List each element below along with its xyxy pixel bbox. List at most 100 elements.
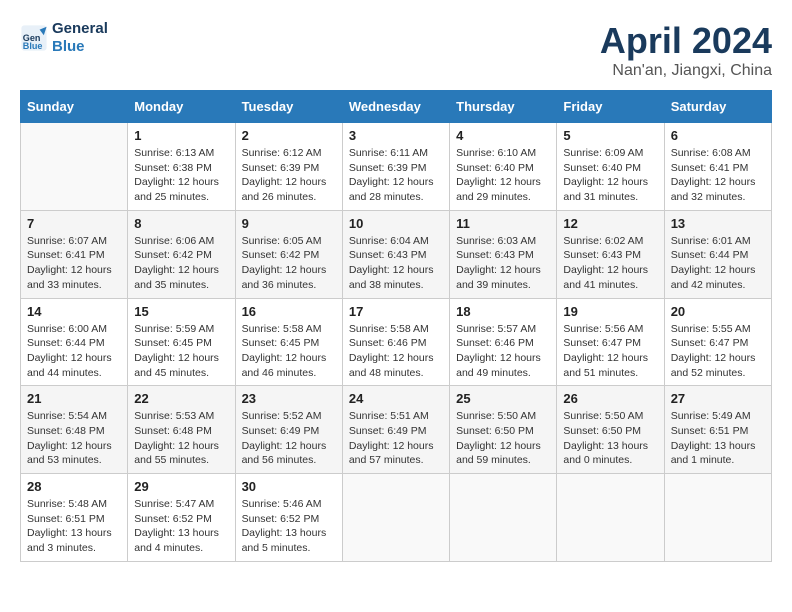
day-number: 14 bbox=[27, 304, 121, 319]
calendar-cell: 17 Sunrise: 5:58 AM Sunset: 6:46 PM Dayli… bbox=[342, 298, 449, 386]
weekday-header-sunday: Sunday bbox=[21, 91, 128, 123]
page-title: April 2024 bbox=[600, 20, 772, 62]
calendar-cell bbox=[21, 123, 128, 211]
calendar-cell: 11Sunrise: 6:03 AM Sunset: 6:43 PM Dayli… bbox=[450, 210, 557, 298]
day-number: 25 bbox=[456, 391, 550, 406]
calendar-cell: 27 Sunrise: 5:49 AM Sunset: 6:51 PM Dayli… bbox=[664, 386, 771, 474]
day-info: Sunrise: 5:58 AM Sunset: 6:46 PM Dayligh… bbox=[349, 322, 443, 381]
day-number: 20 bbox=[671, 304, 765, 319]
day-info: Sunrise: 6:12 AM Sunset: 6:39 PM Dayligh… bbox=[242, 146, 336, 205]
calendar-week-row: 14 Sunrise: 6:00 AM Sunset: 6:44 PM Dayli… bbox=[21, 298, 772, 386]
day-number: 24 bbox=[349, 391, 443, 406]
calendar-cell: 29 Sunrise: 5:47 AM Sunset: 6:52 PM Dayli… bbox=[128, 474, 235, 562]
calendar-cell: 21Sunrise: 5:54 AM Sunset: 6:48 PM Dayli… bbox=[21, 386, 128, 474]
day-info: Sunrise: 5:59 AM Sunset: 6:45 PM Dayligh… bbox=[134, 322, 228, 381]
calendar-cell: 28 Sunrise: 5:48 AM Sunset: 6:51 PM Dayli… bbox=[21, 474, 128, 562]
calendar-cell: 16Sunrise: 5:58 AM Sunset: 6:45 PM Dayli… bbox=[235, 298, 342, 386]
day-number: 26 bbox=[563, 391, 657, 406]
day-number: 29 bbox=[134, 479, 228, 494]
calendar-week-row: 21Sunrise: 5:54 AM Sunset: 6:48 PM Dayli… bbox=[21, 386, 772, 474]
day-info: Sunrise: 6:03 AM Sunset: 6:43 PM Dayligh… bbox=[456, 234, 550, 293]
calendar-cell: 30Sunrise: 5:46 AM Sunset: 6:52 PM Dayli… bbox=[235, 474, 342, 562]
calendar-cell: 7Sunrise: 6:07 AM Sunset: 6:41 PM Daylig… bbox=[21, 210, 128, 298]
calendar-cell: 19Sunrise: 5:56 AM Sunset: 6:47 PM Dayli… bbox=[557, 298, 664, 386]
day-info: Sunrise: 6:08 AM Sunset: 6:41 PM Dayligh… bbox=[671, 146, 765, 205]
day-number: 17 bbox=[349, 304, 443, 319]
day-info: Sunrise: 6:04 AM Sunset: 6:43 PM Dayligh… bbox=[349, 234, 443, 293]
day-number: 22 bbox=[134, 391, 228, 406]
calendar-week-row: 1 Sunrise: 6:13 AM Sunset: 6:38 PM Daylig… bbox=[21, 123, 772, 211]
page-header: Gen Blue General Blue April 2024 Nan'an,… bbox=[20, 20, 772, 80]
day-number: 13 bbox=[671, 216, 765, 231]
calendar-cell: 25 Sunrise: 5:50 AM Sunset: 6:50 PM Dayli… bbox=[450, 386, 557, 474]
calendar-cell: 10Sunrise: 6:04 AM Sunset: 6:43 PM Dayli… bbox=[342, 210, 449, 298]
day-number: 2 bbox=[242, 128, 336, 143]
day-info: Sunrise: 5:49 AM Sunset: 6:51 PM Dayligh… bbox=[671, 409, 765, 468]
day-info: Sunrise: 5:47 AM Sunset: 6:52 PM Dayligh… bbox=[134, 497, 228, 556]
calendar-cell: 9 Sunrise: 6:05 AM Sunset: 6:42 PM Daylig… bbox=[235, 210, 342, 298]
day-info: Sunrise: 5:46 AM Sunset: 6:52 PM Dayligh… bbox=[242, 497, 336, 556]
calendar-table: SundayMondayTuesdayWednesdayThursdayFrid… bbox=[20, 90, 772, 562]
logo-text: General Blue bbox=[52, 20, 108, 56]
day-info: Sunrise: 6:00 AM Sunset: 6:44 PM Dayligh… bbox=[27, 322, 121, 381]
calendar-cell: 22 Sunrise: 5:53 AM Sunset: 6:48 PM Dayli… bbox=[128, 386, 235, 474]
calendar-cell bbox=[557, 474, 664, 562]
day-info: Sunrise: 5:53 AM Sunset: 6:48 PM Dayligh… bbox=[134, 409, 228, 468]
calendar-week-row: 7Sunrise: 6:07 AM Sunset: 6:41 PM Daylig… bbox=[21, 210, 772, 298]
day-info: Sunrise: 5:48 AM Sunset: 6:51 PM Dayligh… bbox=[27, 497, 121, 556]
calendar-cell bbox=[450, 474, 557, 562]
day-info: Sunrise: 6:02 AM Sunset: 6:43 PM Dayligh… bbox=[563, 234, 657, 293]
day-number: 1 bbox=[134, 128, 228, 143]
calendar-week-row: 28 Sunrise: 5:48 AM Sunset: 6:51 PM Dayli… bbox=[21, 474, 772, 562]
weekday-header-tuesday: Tuesday bbox=[235, 91, 342, 123]
day-number: 3 bbox=[349, 128, 443, 143]
calendar-cell: 12 Sunrise: 6:02 AM Sunset: 6:43 PM Dayli… bbox=[557, 210, 664, 298]
calendar-cell: 4 Sunrise: 6:10 AM Sunset: 6:40 PM Daylig… bbox=[450, 123, 557, 211]
day-number: 15 bbox=[134, 304, 228, 319]
day-number: 27 bbox=[671, 391, 765, 406]
day-info: Sunrise: 5:50 AM Sunset: 6:50 PM Dayligh… bbox=[456, 409, 550, 468]
title-area: April 2024 Nan'an, Jiangxi, China bbox=[600, 20, 772, 80]
day-number: 23 bbox=[242, 391, 336, 406]
weekday-header-friday: Friday bbox=[557, 91, 664, 123]
day-number: 12 bbox=[563, 216, 657, 231]
day-info: Sunrise: 6:01 AM Sunset: 6:44 PM Dayligh… bbox=[671, 234, 765, 293]
page-subtitle: Nan'an, Jiangxi, China bbox=[600, 62, 772, 80]
day-info: Sunrise: 6:05 AM Sunset: 6:42 PM Dayligh… bbox=[242, 234, 336, 293]
calendar-cell: 14 Sunrise: 6:00 AM Sunset: 6:44 PM Dayli… bbox=[21, 298, 128, 386]
calendar-cell bbox=[342, 474, 449, 562]
day-info: Sunrise: 5:55 AM Sunset: 6:47 PM Dayligh… bbox=[671, 322, 765, 381]
calendar-cell: 13 Sunrise: 6:01 AM Sunset: 6:44 PM Dayli… bbox=[664, 210, 771, 298]
calendar-cell: 26 Sunrise: 5:50 AM Sunset: 6:50 PM Dayli… bbox=[557, 386, 664, 474]
calendar-cell: 18Sunrise: 5:57 AM Sunset: 6:46 PM Dayli… bbox=[450, 298, 557, 386]
day-info: Sunrise: 5:50 AM Sunset: 6:50 PM Dayligh… bbox=[563, 409, 657, 468]
day-number: 5 bbox=[563, 128, 657, 143]
day-info: Sunrise: 5:52 AM Sunset: 6:49 PM Dayligh… bbox=[242, 409, 336, 468]
day-number: 19 bbox=[563, 304, 657, 319]
logo-icon: Gen Blue bbox=[20, 24, 48, 52]
calendar-cell: 15 Sunrise: 5:59 AM Sunset: 6:45 PM Dayli… bbox=[128, 298, 235, 386]
calendar-cell: 2 Sunrise: 6:12 AM Sunset: 6:39 PM Daylig… bbox=[235, 123, 342, 211]
day-number: 9 bbox=[242, 216, 336, 231]
calendar-cell: 8Sunrise: 6:06 AM Sunset: 6:42 PM Daylig… bbox=[128, 210, 235, 298]
day-number: 6 bbox=[671, 128, 765, 143]
day-number: 16 bbox=[242, 304, 336, 319]
day-number: 28 bbox=[27, 479, 121, 494]
day-info: Sunrise: 6:11 AM Sunset: 6:39 PM Dayligh… bbox=[349, 146, 443, 205]
calendar-cell: 6 Sunrise: 6:08 AM Sunset: 6:41 PM Daylig… bbox=[664, 123, 771, 211]
calendar-cell bbox=[664, 474, 771, 562]
day-info: Sunrise: 6:10 AM Sunset: 6:40 PM Dayligh… bbox=[456, 146, 550, 205]
day-info: Sunrise: 6:09 AM Sunset: 6:40 PM Dayligh… bbox=[563, 146, 657, 205]
calendar-cell: 24 Sunrise: 5:51 AM Sunset: 6:49 PM Dayli… bbox=[342, 386, 449, 474]
svg-text:Blue: Blue bbox=[23, 41, 43, 51]
day-number: 4 bbox=[456, 128, 550, 143]
weekday-header-saturday: Saturday bbox=[664, 91, 771, 123]
calendar-cell: 20 Sunrise: 5:55 AM Sunset: 6:47 PM Dayli… bbox=[664, 298, 771, 386]
day-info: Sunrise: 6:13 AM Sunset: 6:38 PM Dayligh… bbox=[134, 146, 228, 205]
day-number: 8 bbox=[134, 216, 228, 231]
calendar-cell: 5 Sunrise: 6:09 AM Sunset: 6:40 PM Daylig… bbox=[557, 123, 664, 211]
day-info: Sunrise: 6:07 AM Sunset: 6:41 PM Dayligh… bbox=[27, 234, 121, 293]
day-info: Sunrise: 5:51 AM Sunset: 6:49 PM Dayligh… bbox=[349, 409, 443, 468]
logo: Gen Blue General Blue bbox=[20, 20, 108, 56]
weekday-header-row: SundayMondayTuesdayWednesdayThursdayFrid… bbox=[21, 91, 772, 123]
